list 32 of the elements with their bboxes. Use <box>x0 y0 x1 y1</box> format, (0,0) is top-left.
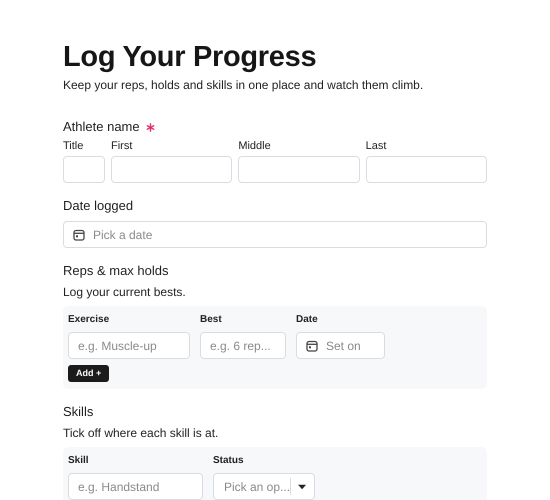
field-label: First <box>111 139 134 153</box>
add-button[interactable]: Add + <box>68 365 110 382</box>
text-field[interactable]: e.g. Muscle-up <box>68 332 190 359</box>
section-label: Date logged <box>63 197 134 215</box>
calendar-icon <box>306 340 318 352</box>
column-label: Skill <box>68 454 90 468</box>
section-label: Reps & max holds <box>63 262 168 280</box>
text-field[interactable] <box>111 156 232 183</box>
section-label: Skills <box>63 403 94 421</box>
date-input[interactable]: Set on <box>326 338 375 352</box>
column-label: Exercise <box>68 313 110 327</box>
date-field[interactable]: Pick a date <box>63 221 487 248</box>
field-label: Middle <box>238 139 272 153</box>
column-label: Best <box>200 313 223 327</box>
page-subtitle: Keep your reps, holds and skills in one place and watch them climb. <box>63 77 424 93</box>
field-label: Last <box>366 139 388 153</box>
page-title: Log Your Progress <box>63 40 318 74</box>
text-field[interactable] <box>238 156 360 183</box>
column-label: Date <box>296 313 319 327</box>
date-field[interactable]: Set on <box>296 332 385 359</box>
text-field[interactable]: e.g. Handstand <box>68 473 203 500</box>
text-field[interactable] <box>366 156 487 183</box>
section-label: Athlete name <box>63 118 140 136</box>
date-input[interactable]: Pick a date <box>93 228 477 242</box>
calendar-icon <box>73 228 85 240</box>
column-label: Status <box>213 454 245 468</box>
section-description: Log your current bests. <box>63 284 187 300</box>
text-field[interactable] <box>63 156 105 183</box>
section-description: Tick off where each skill is at. <box>63 425 220 441</box>
field-label: Title <box>63 139 84 153</box>
text-field[interactable]: e.g. 6 rep... <box>200 332 286 359</box>
required-icon <box>146 122 155 132</box>
